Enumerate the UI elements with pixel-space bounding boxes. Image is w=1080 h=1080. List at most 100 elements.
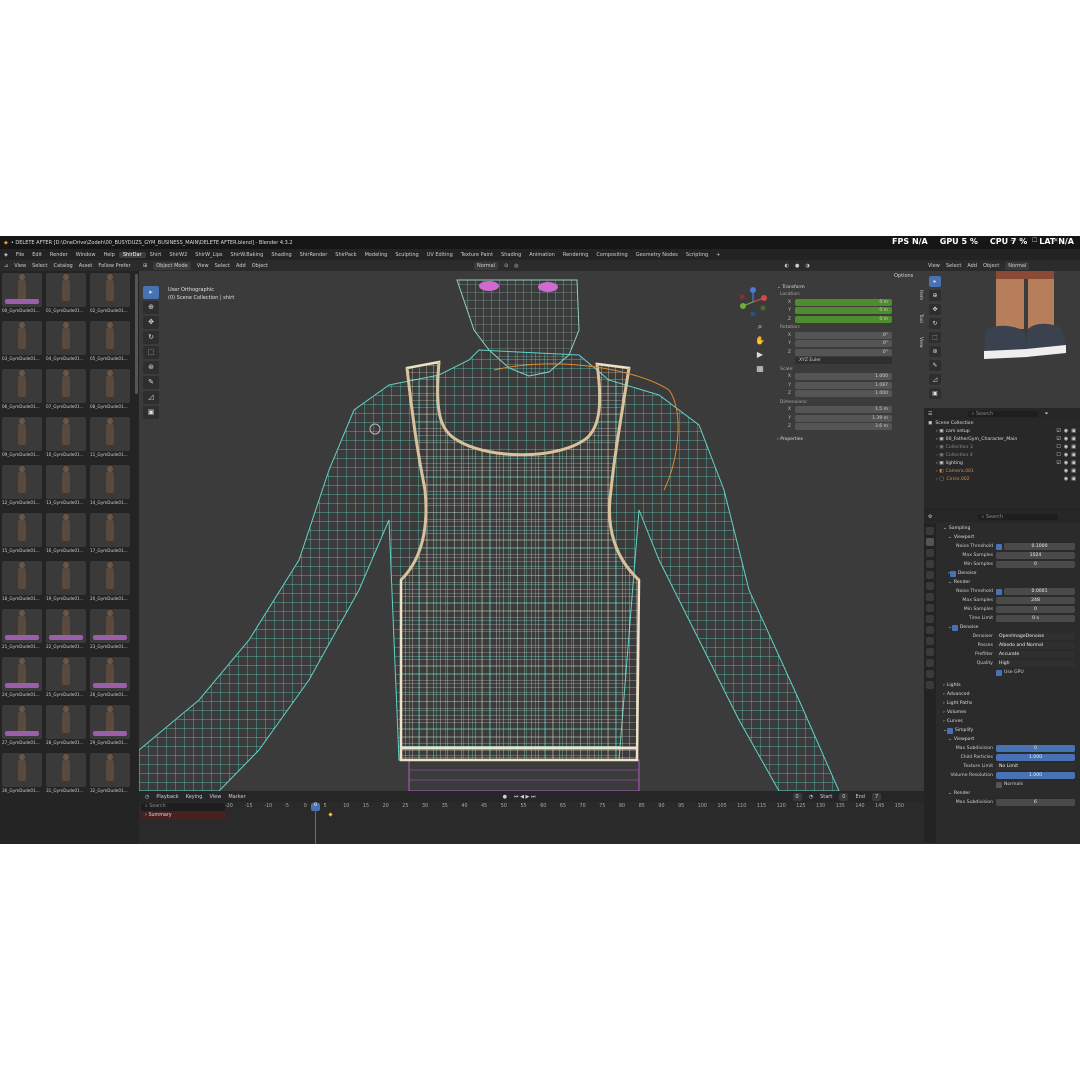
rotation-z[interactable]: Z 0° (777, 348, 911, 356)
scale-z[interactable]: Z 1.000 (777, 390, 911, 398)
menu-render[interactable]: Render (46, 252, 72, 258)
asset-thumbnail[interactable]: 05_GymDude01... (90, 321, 130, 362)
outliner-search[interactable]: ⌕ Search (968, 410, 1039, 417)
asset-thumbnail[interactable]: 11_GymDude01... (90, 417, 130, 458)
quality-dropdown[interactable]: Quality High (940, 659, 1078, 668)
outliner-item[interactable]: › ▣ Collection 3 ☐ ◉ ▣ (924, 443, 1080, 451)
asset-thumbnail[interactable]: 16_GymDude01... (46, 513, 86, 554)
asset-thumbnail[interactable]: 31_GymDude01... (46, 753, 86, 794)
viewport-editor-icon[interactable]: ⊞ (143, 263, 147, 269)
sidebar-tab-tool[interactable]: Tool (914, 314, 923, 323)
navigation-gizmo[interactable] (737, 286, 769, 318)
r-max-subdivision[interactable]: Max Subdivision 6 (940, 798, 1078, 807)
modifier-tab-icon[interactable] (926, 615, 934, 623)
asset-thumbnail[interactable]: 19_GymDude01... (46, 561, 86, 602)
max-subdivision[interactable]: Max Subdivision 0 (940, 744, 1078, 753)
vp-menu-view[interactable]: View (197, 263, 209, 269)
timeline-menu-view[interactable]: View (209, 794, 221, 800)
select-tool-icon[interactable]: ▸ (143, 286, 159, 299)
proportional-edit-icon[interactable]: ◎ (514, 263, 518, 269)
child-particles[interactable]: Child Particles 1.000 (940, 753, 1078, 762)
shading-material-icon[interactable]: ◑ (805, 263, 809, 269)
timeline-search[interactable]: ⌕ Search (141, 803, 225, 811)
transform-section-header[interactable]: ⌄ Transform (777, 285, 911, 290)
pv-menu-object[interactable]: Object (983, 263, 999, 269)
dimensions-x[interactable]: X 1.5 m (777, 406, 911, 414)
asset-thumbnail[interactable]: 28_GymDude01... (46, 705, 86, 746)
playhead-frame[interactable]: 0 (311, 803, 320, 811)
asset-thumbnail[interactable]: 32_GymDude01... (90, 753, 130, 794)
r-time-limit[interactable]: Time Limit 0 s (940, 614, 1078, 623)
options-dropdown[interactable]: Options (894, 273, 913, 279)
workspace-tab[interactable]: ShirRender (296, 252, 332, 258)
pv-menu-select[interactable]: Select (946, 263, 961, 269)
texture-limit-dropdown[interactable]: Texture Limit No Limit (940, 762, 1078, 771)
outliner-item[interactable]: › ▣ lighting ☑ ◉ ▣ (924, 459, 1080, 467)
asset-thumbnail[interactable]: 06_GymDude01... (2, 369, 42, 410)
vp-menu-add[interactable]: Add (236, 263, 246, 269)
asset-thumbnail[interactable]: 09_GymDude01... (2, 417, 42, 458)
asset-thumbnail[interactable]: 21_GymDude01... (2, 609, 42, 650)
menu-file[interactable]: File (12, 252, 28, 258)
move-tool-icon[interactable]: ✥ (143, 316, 159, 329)
asset-thumbnail[interactable]: 08_GymDude01... (90, 369, 130, 410)
playhead-line[interactable] (315, 811, 316, 844)
summary-channel[interactable]: › Summary (141, 812, 225, 819)
timeline-menu-keying[interactable]: Keying (186, 794, 203, 800)
asset-thumbnail[interactable]: 14_GymDude01... (90, 465, 130, 506)
r-noise-threshold[interactable]: Noise Threshold 0.0001 (940, 587, 1078, 596)
filter-icon[interactable]: ⏷ (1044, 411, 1048, 417)
scale-y[interactable]: Y 1.087 (777, 381, 911, 389)
asset-thumbnail[interactable]: 13_GymDude01... (46, 465, 86, 506)
menu-window[interactable]: Window (72, 252, 100, 258)
rotation-y[interactable]: Y 0° (777, 340, 911, 348)
denoiser-dropdown[interactable]: Denoiser OpenImageDenoise (940, 632, 1078, 641)
sampling-panel[interactable]: ⌄ Sampling (940, 524, 1078, 533)
workspace-tab[interactable]: ShirPack (331, 252, 360, 258)
asset-scrollbar[interactable] (135, 274, 138, 394)
end-frame-field[interactable]: 7 (871, 792, 882, 801)
asset-menu-asset[interactable]: Asset (79, 263, 93, 269)
outliner-editor-icon[interactable]: ☰ (928, 411, 932, 417)
asset-thumbnail[interactable]: 04_GymDude01... (46, 321, 86, 362)
vp-min-samples[interactable]: Min Samples 0 (940, 560, 1078, 569)
asset-thumbnail[interactable]: 07_GymDude01... (46, 369, 86, 410)
location-z[interactable]: Z0 m (777, 315, 911, 323)
curves-panel[interactable]: › Curves (940, 717, 1078, 726)
add-workspace-icon[interactable]: + (712, 252, 724, 258)
workspace-tab[interactable]: Texture Paint (457, 252, 497, 258)
3d-viewport[interactable]: ⊞ Object Mode View Select Add Object Nor… (139, 260, 924, 791)
pv-menu-add[interactable]: Add (967, 263, 977, 269)
rotation-x[interactable]: X 0° (777, 331, 911, 339)
asset-thumbnail[interactable]: 17_GymDude01... (90, 513, 130, 554)
workspace-tab[interactable]: Compositing (592, 252, 631, 258)
blender-menu-icon[interactable]: ◈ (0, 252, 12, 258)
normals-checkbox[interactable]: Normals (940, 780, 1078, 789)
material-tab-icon[interactable] (926, 670, 934, 678)
sidebar-tab-item[interactable]: Item (914, 290, 923, 300)
view-layer-tab-icon[interactable] (926, 560, 934, 568)
overlay-icon[interactable]: ◐ (785, 263, 789, 269)
workspace-tab[interactable]: Animation (525, 252, 559, 258)
workspace-tab[interactable]: Shading (497, 252, 525, 258)
outliner-item[interactable]: › ◯ Circle.002 ◉ ▣ (924, 475, 1080, 483)
asset-thumbnail[interactable]: 22_GymDude01... (46, 609, 86, 650)
volume-resolution[interactable]: Volume Resolution 1.000 (940, 771, 1078, 780)
dimensions-z[interactable]: Z 3.6 m (777, 423, 911, 431)
outliner-item[interactable]: › ▣ Collection 4 ☐ ◉ ▣ (924, 451, 1080, 459)
output-tab-icon[interactable] (926, 549, 934, 557)
pv-annotate-icon[interactable]: ✎ (929, 360, 941, 371)
preview-range-icon[interactable]: ◔ (809, 794, 813, 800)
vp-denoise-subpanel[interactable]: › Denoise (940, 569, 1078, 578)
keyframe-marker[interactable] (328, 812, 333, 817)
collection-tab-icon[interactable] (926, 593, 934, 601)
dimensions-y[interactable]: Y 1.39 m (777, 414, 911, 422)
workspace-tab[interactable]: Rendering (559, 252, 593, 258)
texture-tab-icon[interactable] (926, 681, 934, 689)
timeline-editor-icon[interactable]: ◷ (145, 794, 149, 800)
scale-x[interactable]: X 1.000 (777, 373, 911, 381)
transform-tool-icon[interactable]: ⊛ (143, 361, 159, 374)
current-frame-field[interactable]: 0 (792, 792, 802, 801)
asset-thumbnail[interactable]: 03_GymDude01... (2, 321, 42, 362)
workspace-tab[interactable]: Geometry Nodes (632, 252, 682, 258)
